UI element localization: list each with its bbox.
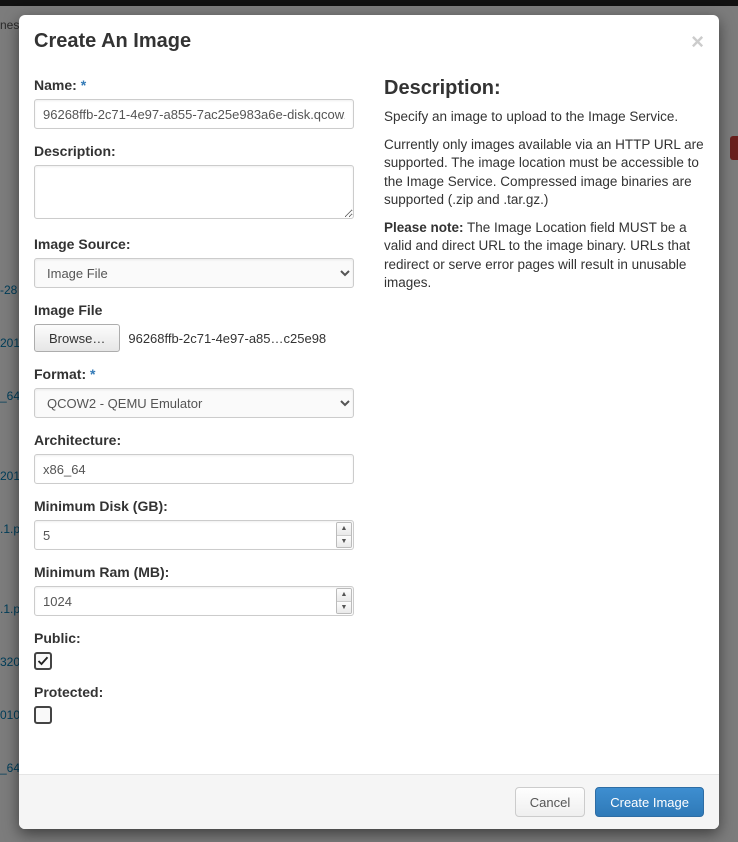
public-label: Public: bbox=[34, 630, 354, 646]
required-star: * bbox=[90, 366, 95, 382]
form-column: Name: * Description: Image Source: Image… bbox=[19, 77, 369, 754]
field-image-source: Image Source: Image File bbox=[34, 236, 354, 288]
spinner-down-icon[interactable]: ▼ bbox=[337, 602, 351, 614]
image-file-label: Image File bbox=[34, 302, 354, 318]
modal-footer: Cancel Create Image bbox=[19, 774, 719, 829]
help-title: Description: bbox=[384, 77, 704, 100]
field-image-file: Image File Browse… 96268ffb-2c71-4e97-a8… bbox=[34, 302, 354, 352]
field-public: Public: bbox=[34, 630, 354, 670]
field-description: Description: bbox=[34, 143, 354, 222]
min-disk-input[interactable] bbox=[34, 520, 354, 550]
min-disk-label: Minimum Disk (GB): bbox=[34, 498, 354, 514]
create-image-button[interactable]: Create Image bbox=[595, 787, 704, 817]
format-select[interactable]: QCOW2 - QEMU Emulator bbox=[34, 388, 354, 418]
field-min-disk: Minimum Disk (GB): ▲ ▼ bbox=[34, 498, 354, 550]
field-name: Name: * bbox=[34, 77, 354, 129]
architecture-input[interactable] bbox=[34, 454, 354, 484]
check-icon bbox=[37, 655, 49, 667]
field-min-ram: Minimum Ram (MB): ▲ ▼ bbox=[34, 564, 354, 616]
image-source-select[interactable]: Image File bbox=[34, 258, 354, 288]
close-icon: × bbox=[691, 29, 704, 54]
help-strong: Please note: bbox=[384, 220, 464, 235]
spinner-up-icon[interactable]: ▲ bbox=[337, 589, 351, 602]
min-disk-spinner[interactable]: ▲ ▼ bbox=[336, 522, 352, 548]
selected-filename: 96268ffb-2c71-4e97-a85…c25e98 bbox=[128, 331, 354, 346]
protected-checkbox[interactable] bbox=[34, 706, 52, 724]
name-label: Name: * bbox=[34, 77, 354, 93]
name-input[interactable] bbox=[34, 99, 354, 129]
cancel-button[interactable]: Cancel bbox=[515, 787, 585, 817]
protected-label: Protected: bbox=[34, 684, 354, 700]
modal-body: Name: * Description: Image Source: Image… bbox=[19, 65, 719, 774]
help-paragraph: Specify an image to upload to the Image … bbox=[384, 108, 704, 126]
modal-title: Create An Image bbox=[34, 30, 191, 53]
modal-header: Create An Image × bbox=[19, 15, 719, 65]
min-ram-spinner[interactable]: ▲ ▼ bbox=[336, 588, 352, 614]
create-image-modal: Create An Image × Name: * Description: I… bbox=[19, 15, 719, 829]
spinner-up-icon[interactable]: ▲ bbox=[337, 523, 351, 536]
min-ram-input[interactable] bbox=[34, 586, 354, 616]
description-textarea[interactable] bbox=[34, 165, 354, 219]
spinner-down-icon[interactable]: ▼ bbox=[337, 536, 351, 548]
help-paragraph: Please note: The Image Location field MU… bbox=[384, 219, 704, 292]
image-source-label: Image Source: bbox=[34, 236, 354, 252]
help-paragraph: Currently only images available via an H… bbox=[384, 136, 704, 209]
help-column: Description: Specify an image to upload … bbox=[369, 77, 719, 754]
browse-button[interactable]: Browse… bbox=[34, 324, 120, 352]
format-label: Format: * bbox=[34, 366, 354, 382]
min-ram-label: Minimum Ram (MB): bbox=[34, 564, 354, 580]
public-checkbox[interactable] bbox=[34, 652, 52, 670]
field-architecture: Architecture: bbox=[34, 432, 354, 484]
description-label: Description: bbox=[34, 143, 354, 159]
field-format: Format: * QCOW2 - QEMU Emulator bbox=[34, 366, 354, 418]
field-protected: Protected: bbox=[34, 684, 354, 724]
architecture-label: Architecture: bbox=[34, 432, 354, 448]
close-button[interactable]: × bbox=[691, 31, 704, 53]
required-star: * bbox=[81, 77, 86, 93]
